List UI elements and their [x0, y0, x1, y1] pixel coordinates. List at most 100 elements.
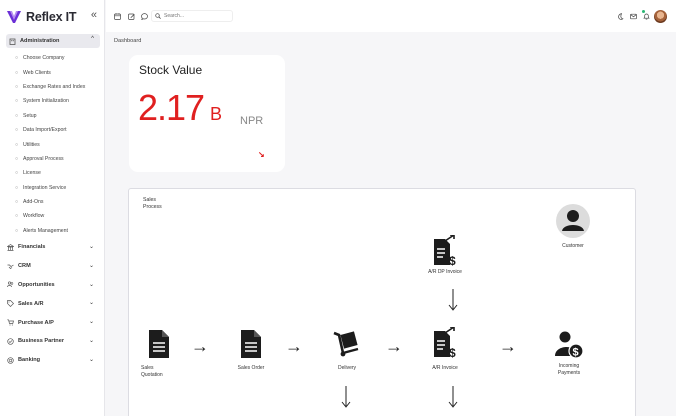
- stock-value-card: Stock Value 2.17 B NPR ↘: [129, 55, 285, 172]
- chevron-down-icon: ⌄: [88, 262, 94, 269]
- sidebar-item-banking[interactable]: Banking ⌄: [6, 351, 100, 370]
- circle-icon: ○: [15, 69, 19, 76]
- document-icon: [149, 330, 169, 358]
- svg-text:$: $: [449, 254, 456, 267]
- sidebar-menu: Financials ⌄ CRM ⌄ Opportunities ⌄ Sales…: [6, 238, 100, 370]
- submenu-item-integration-service[interactable]: ○ Integration Service: [15, 181, 103, 195]
- sidebar-item-business-partner[interactable]: Business Partner ⌄: [6, 332, 100, 351]
- sidebar: Reflex IT « Administration ^ ○ Choose Com…: [0, 0, 105, 416]
- submenu-item-choose-company[interactable]: ○ Choose Company: [15, 51, 103, 65]
- submenu-item-setup[interactable]: ○ Setup: [15, 109, 103, 123]
- chevron-up-icon: ^: [91, 36, 94, 42]
- circle-icon: ○: [15, 170, 19, 177]
- circle-icon: ○: [15, 55, 19, 62]
- handshake-icon: [7, 264, 14, 269]
- search-input[interactable]: [164, 13, 232, 19]
- trend-down-icon: ↘: [258, 150, 265, 159]
- moon-icon[interactable]: [617, 13, 624, 20]
- arrow-right-icon: →: [499, 336, 517, 356]
- circle-icon: ○: [15, 213, 19, 220]
- chevron-down-icon: ⌄: [88, 300, 94, 307]
- tag-icon: [7, 300, 14, 308]
- document-icon: [241, 330, 261, 358]
- arrow-right-icon: →: [285, 336, 303, 356]
- sales-process-title: Sales Process: [143, 197, 162, 210]
- submenu-item-exchange-rates[interactable]: ○ Exchange Rates and Index: [15, 80, 103, 94]
- invoice-export-icon: $: [434, 235, 456, 267]
- submenu-item-license[interactable]: ○ License: [15, 166, 103, 180]
- collapse-sidebar-icon[interactable]: «: [91, 9, 97, 21]
- submenu-item-system-initialization[interactable]: ○ System Initialization: [15, 94, 103, 108]
- arrow-down-icon: [341, 386, 351, 408]
- coins-icon: [7, 357, 14, 364]
- chevron-down-icon: ⌄: [88, 244, 94, 250]
- invoice-export-icon: $: [434, 327, 456, 359]
- submenu-item-utilities[interactable]: ○ Utilities: [15, 137, 103, 151]
- sidebar-item-crm[interactable]: CRM ⌄: [6, 257, 100, 276]
- chevron-down-icon: ⌄: [88, 337, 94, 344]
- search-icon: [155, 13, 161, 19]
- stock-value-suffix: B: [210, 104, 223, 124]
- user-payment-icon: $: [555, 331, 584, 359]
- circle-icon: ○: [15, 112, 19, 119]
- submenu-item-web-clients[interactable]: ○ Web Clients: [15, 65, 103, 79]
- sidebar-item-administration[interactable]: Administration ^: [6, 34, 100, 48]
- stock-value-number: 2.17: [138, 87, 205, 128]
- search-box[interactable]: [151, 10, 233, 22]
- brand[interactable]: Reflex IT «: [7, 8, 99, 26]
- submenu-item-add-ons[interactable]: ○ Add-Ons: [15, 195, 103, 209]
- svg-text:$: $: [449, 346, 456, 359]
- process-node-incoming-payments[interactable]: $ Incoming Payments: [549, 329, 589, 376]
- process-node-sales-order[interactable]: Sales Order: [231, 329, 271, 372]
- process-node-ar-invoice[interactable]: $ A/R Invoice: [423, 327, 467, 372]
- submenu-item-alerts-management[interactable]: ○ Alerts Management: [15, 224, 103, 238]
- hand-truck-icon: [333, 331, 359, 357]
- cart-icon: [7, 319, 14, 326]
- sidebar-item-label: Administration: [20, 38, 60, 44]
- building-icon: [9, 38, 16, 45]
- circle-icon: ○: [15, 127, 19, 134]
- notification-badge: [642, 10, 645, 13]
- bell-icon[interactable]: [643, 13, 650, 20]
- circle-icon: ○: [15, 141, 19, 148]
- breadcrumb: Dashboard: [114, 38, 142, 44]
- circle-icon: ○: [15, 227, 19, 234]
- arrow-down-icon: [448, 289, 458, 311]
- customer-icon: [556, 204, 590, 238]
- edit-icon[interactable]: [128, 13, 135, 20]
- sidebar-item-sales-ar[interactable]: Sales A/R ⌄: [6, 294, 100, 313]
- process-node-customer[interactable]: Customer: [553, 203, 593, 250]
- mail-icon[interactable]: [630, 13, 637, 20]
- administration-submenu: ○ Choose Company ○ Web Clients ○ Exchange R…: [15, 51, 103, 238]
- top-bar: [106, 0, 676, 32]
- sidebar-item-financials[interactable]: Financials ⌄: [6, 238, 100, 257]
- chevron-down-icon: ⌄: [88, 356, 94, 363]
- chat-icon[interactable]: [141, 13, 148, 20]
- submenu-item-data-import-export[interactable]: ○ Data Import/Export: [15, 123, 103, 137]
- arrow-down-icon: [448, 386, 458, 408]
- circle-icon: ○: [15, 199, 19, 206]
- process-node-delivery[interactable]: Delivery: [327, 329, 367, 372]
- calendar-icon[interactable]: [114, 13, 121, 20]
- sidebar-item-purchase-ap[interactable]: Purchase A/P ⌄: [6, 313, 100, 332]
- chevron-down-icon: ⌄: [88, 319, 94, 326]
- circle-icon: ○: [15, 83, 19, 90]
- submenu-item-workflow[interactable]: ○ Workflow: [15, 209, 103, 223]
- stock-card-title: Stock Value: [139, 63, 203, 77]
- circle-icon: ○: [15, 184, 19, 191]
- stock-currency: NPR: [240, 115, 264, 127]
- partner-icon: [7, 338, 14, 345]
- circle-icon: ○: [15, 155, 19, 162]
- reflex-logo-icon: [7, 11, 21, 23]
- user-avatar[interactable]: [654, 10, 667, 23]
- bank-icon: [7, 243, 14, 251]
- sidebar-item-opportunities[interactable]: Opportunities ⌄: [6, 276, 100, 295]
- arrow-right-icon: →: [191, 336, 209, 356]
- arrow-right-icon: →: [385, 336, 403, 356]
- brand-name: Reflex IT: [26, 10, 77, 24]
- process-node-ar-dp-invoice[interactable]: $ A/R DP Invoice: [423, 235, 467, 276]
- submenu-item-approval-process[interactable]: ○ Approval Process: [15, 152, 103, 166]
- circle-icon: ○: [15, 98, 19, 105]
- process-node-sales-quotation[interactable]: Sales Quotation: [141, 329, 171, 378]
- sales-process-panel: Sales Process Customer $ A/R DP Invoice …: [128, 188, 636, 416]
